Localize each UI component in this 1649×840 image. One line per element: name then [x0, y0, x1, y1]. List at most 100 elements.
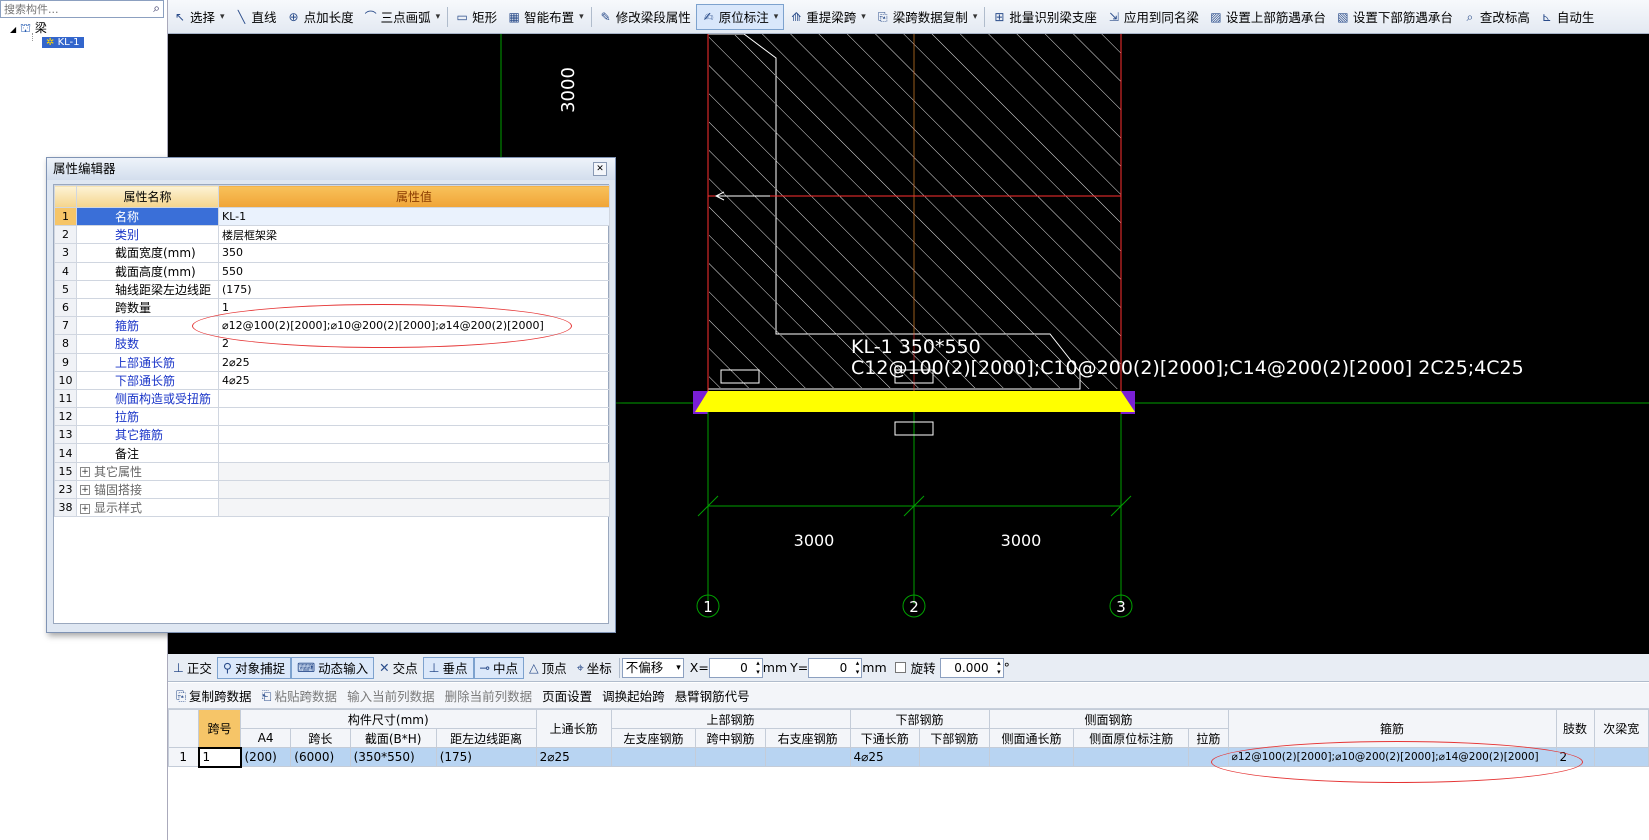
toolbar-button-14[interactable]: ⌕ 查改标高 — [1458, 4, 1535, 30]
chevron-down-icon[interactable]: ▾ — [676, 659, 681, 677]
property-row[interactable]: 14 备注 — [54, 443, 610, 463]
offset-select[interactable]: 不偏移 ▾ — [621, 657, 684, 678]
header-span-no[interactable]: 跨号 — [198, 709, 241, 748]
property-value[interactable]: 350 — [218, 243, 610, 263]
dialog-title[interactable]: 属性编辑器 — [47, 158, 615, 180]
subheader-a4[interactable]: A4 — [239, 728, 292, 748]
expand-plus-icon[interactable]: + — [80, 485, 90, 496]
snap-toggle-2[interactable]: ⌨ 动态输入 — [291, 656, 375, 679]
subheader-mid-span[interactable]: 跨中钢筋 — [695, 728, 766, 748]
cell-span-length[interactable]: (6000) — [290, 747, 351, 767]
toolbar-button-1[interactable]: ╲ 直线 — [230, 4, 282, 30]
property-name[interactable]: 备注 — [76, 443, 219, 463]
header-top-through[interactable]: 上通长筋 — [535, 709, 612, 748]
cell-left-support[interactable] — [610, 747, 697, 767]
toolbar-button-8[interactable]: ⟰ 重提梁跨 ▾ — [784, 4, 871, 30]
span-action-0[interactable]: ⎘ 复制跨数据 — [176, 686, 252, 705]
subheader-bottom-through[interactable]: 下通长筋 — [849, 728, 921, 748]
dropdown-arrow-icon[interactable]: ▾ — [579, 12, 584, 22]
property-value[interactable]: (175) — [218, 279, 610, 299]
toolbar-button-2[interactable]: ⊕ 点加长度 — [282, 4, 359, 30]
property-value[interactable]: 4⌀25 — [218, 370, 610, 390]
toolbar-button-6[interactable]: ✎ 修改梁段属性 — [594, 4, 696, 30]
property-name[interactable]: + 显示样式 — [76, 497, 219, 518]
property-row[interactable]: 11 侧面构造或受扭筋 — [54, 388, 610, 409]
cell-right-support[interactable] — [764, 747, 851, 767]
toolbar-button-4[interactable]: ▭ 矩形 — [450, 4, 502, 30]
property-row[interactable]: 2 类别 楼层框架梁 — [54, 225, 610, 245]
subheader-right-support[interactable]: 右支座钢筋 — [764, 728, 851, 748]
property-value[interactable]: 2⌀25 — [218, 352, 610, 372]
property-value[interactable] — [218, 425, 610, 445]
property-name[interactable]: 类别 — [76, 225, 219, 245]
dropdown-arrow-icon[interactable]: ▾ — [220, 12, 225, 22]
toolbar-button-0[interactable]: ↖ 选择 ▾ — [168, 4, 230, 30]
dropdown-arrow-icon[interactable]: ▾ — [436, 12, 441, 22]
rotate-angle-input[interactable]: 0.000 ▴ ▾ — [939, 657, 1004, 678]
property-value[interactable]: 楼层框架梁 — [218, 225, 610, 245]
property-row[interactable]: 15 + 其它属性 — [54, 461, 610, 481]
property-name[interactable]: + 其它属性 — [76, 461, 219, 481]
search-icon[interactable]: ⌕ — [153, 1, 160, 16]
property-name[interactable]: + 锚固搭接 — [76, 479, 219, 500]
x-coordinate-input[interactable]: 0 ▴ ▾ — [708, 657, 763, 678]
span-action-2[interactable]: 输入当前列数据 — [347, 686, 435, 705]
span-action-3[interactable]: 删除当前列数据 — [445, 686, 533, 705]
property-name[interactable]: 拉筋 — [76, 407, 219, 427]
snap-toggle-0[interactable]: ⊥ 正交 — [168, 657, 217, 679]
subheader-left-support[interactable]: 左支座钢筋 — [610, 728, 697, 748]
tree-node-kl1[interactable]: ✲ KL-1 — [42, 34, 84, 48]
toolbar-button-10[interactable]: ⊞ 批量识别梁支座 — [987, 4, 1102, 30]
property-name[interactable]: 肢数 — [76, 334, 219, 354]
subheader-tie[interactable]: 拉筋 — [1188, 728, 1229, 748]
span-action-5[interactable]: 调换起始跨 — [602, 686, 665, 705]
component-search-input[interactable] — [1, 1, 141, 17]
property-name[interactable]: 跨数量 — [76, 297, 219, 318]
subheader-side-insitu[interactable]: 侧面原位标注筋 — [1073, 728, 1190, 748]
dropdown-arrow-icon[interactable]: ▾ — [973, 12, 978, 22]
toolbar-button-7[interactable]: ✍ 原位标注 ▾ — [695, 3, 785, 30]
cell-side-through[interactable] — [988, 747, 1075, 767]
property-name[interactable]: 截面高度(mm) — [76, 261, 219, 281]
cell-top-through[interactable]: 2⌀25 — [535, 747, 612, 767]
cell-bottom-through[interactable]: 4⌀25 — [849, 747, 921, 767]
close-icon[interactable]: ✕ — [593, 162, 607, 176]
spinner-icon[interactable]: ▴ ▾ — [856, 659, 860, 677]
toolbar-button-12[interactable]: ▨ 设置上部筋遇承台 — [1204, 4, 1331, 30]
cell-left-offset[interactable]: (175) — [435, 747, 537, 767]
property-row[interactable]: 12 拉筋 — [54, 407, 610, 427]
toolbar-button-11[interactable]: ⇲ 应用到同名梁 — [1102, 4, 1204, 30]
property-row[interactable]: 10 下部通长筋 4⌀25 — [54, 370, 610, 390]
header-secondary[interactable]: 次梁宽 — [1593, 709, 1649, 748]
dropdown-arrow-icon[interactable]: ▾ — [861, 12, 866, 22]
property-name[interactable]: 其它箍筋 — [76, 425, 219, 445]
property-row[interactable]: 5 轴线距梁左边线距 (175) — [54, 279, 610, 299]
expand-plus-icon[interactable]: + — [80, 503, 90, 514]
span-action-4[interactable]: 页面设置 — [542, 686, 592, 705]
property-name[interactable]: 上部通长筋 — [76, 352, 219, 372]
property-value[interactable] — [218, 443, 610, 463]
cell-span-no[interactable]: 1 — [197, 746, 242, 768]
property-name[interactable]: 下部通长筋 — [76, 370, 219, 390]
toolbar-button-13[interactable]: ▧ 设置下部筋遇承台 — [1331, 4, 1458, 30]
component-search-box[interactable]: ⌕ — [0, 0, 164, 18]
toolbar-button-15[interactable]: ⊾ 自动生 — [1535, 4, 1600, 30]
subheader-left-offset[interactable]: 距左边线距离 — [435, 728, 537, 748]
property-value[interactable]: KL-1 — [218, 206, 610, 227]
property-row[interactable]: 3 截面宽度(mm) 350 — [54, 243, 610, 263]
span-action-6[interactable]: 悬臂钢筋代号 — [675, 686, 750, 705]
cell-side-insitu[interactable] — [1073, 747, 1190, 767]
property-value[interactable]: 550 — [218, 261, 610, 281]
property-row[interactable]: 9 上部通长筋 2⌀25 — [54, 352, 610, 372]
subheader-section-bh[interactable]: 截面(B*H) — [349, 728, 437, 748]
property-row[interactable]: 23 + 锚固搭接 — [54, 479, 610, 500]
collapse-triangle-icon[interactable]: ◢ — [10, 25, 16, 34]
cell-a4[interactable]: (200) — [239, 747, 292, 767]
beam-yellow-bar[interactable] — [695, 391, 1135, 412]
cell-secondary[interactable] — [1593, 747, 1649, 767]
property-row[interactable]: 38 + 显示样式 — [54, 497, 610, 518]
y-coordinate-input[interactable]: 0 ▴ ▾ — [808, 657, 863, 678]
property-value[interactable] — [218, 407, 610, 427]
cell-mid-span[interactable] — [695, 747, 766, 767]
toolbar-button-3[interactable]: ⌒ 三点画弧 ▾ — [359, 4, 446, 30]
